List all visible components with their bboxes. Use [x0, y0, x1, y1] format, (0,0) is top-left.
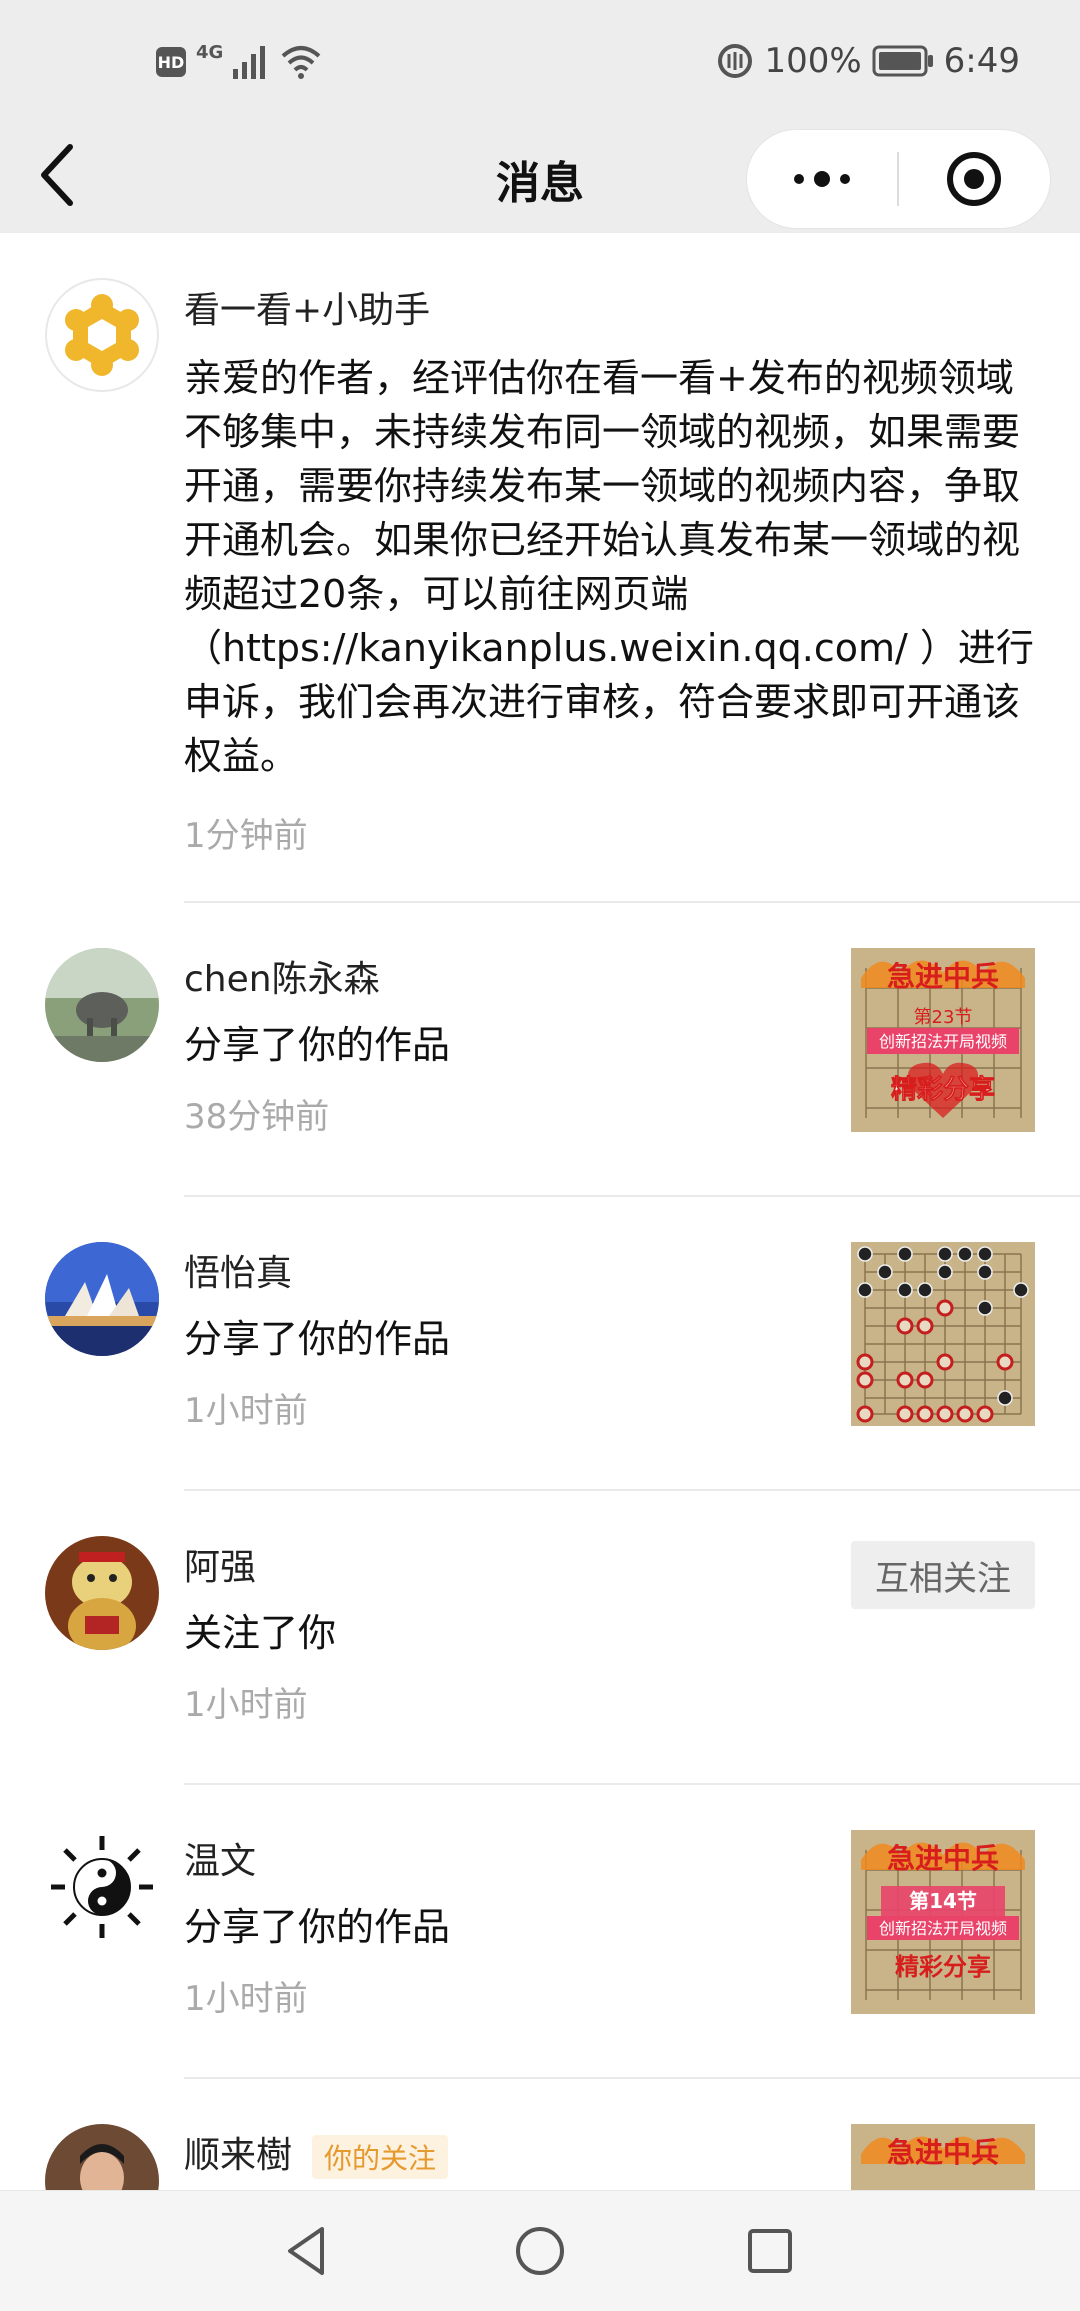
list-item[interactable]: 顺来樹 你的关注 急进中兵: [0, 2079, 1080, 2190]
system-navigation-bar: [0, 2190, 1080, 2311]
avatar[interactable]: [45, 1830, 159, 1944]
following-tag: 你的关注: [312, 2135, 449, 2179]
thumbnail-chess-board: [851, 1242, 1035, 1426]
message-content: 分享了你的作品: [184, 1023, 451, 1067]
message-time: 1小时前: [184, 1685, 308, 1725]
thumbnail-image: 急进中兵 第23节 创新招法开局视频 精彩分享: [851, 948, 1035, 1132]
sender-name[interactable]: 看一看+小助手: [184, 281, 430, 333]
avatar-image: [45, 1536, 159, 1650]
thumbnail-title: 急进中兵: [887, 2136, 999, 2169]
battery-icon: [872, 45, 933, 77]
avatar[interactable]: [45, 2124, 159, 2190]
avatar-image: [45, 2124, 159, 2190]
thumbnail-title: 急进中兵: [887, 1842, 999, 1875]
close-miniprogram-icon[interactable]: [945, 150, 1003, 208]
sender-name-text: 顺来樹: [184, 2135, 293, 2176]
nav-back-icon[interactable]: [276, 2219, 340, 2283]
list-item[interactable]: chen陈永森 分享了你的作品 38分钟前 急进中兵 第23节 创新招法开局视频…: [0, 903, 1080, 1197]
message-time: 1分钟前: [184, 816, 308, 856]
message-time: 1小时前: [184, 1391, 308, 1431]
thumbnail-title: 急进中兵: [887, 960, 999, 993]
status-bar: HD 4G 100% 6:49: [0, 0, 1080, 125]
sender-name[interactable]: 阿强: [184, 1538, 256, 1590]
sender-name[interactable]: 悟怡真: [184, 1244, 292, 1296]
message-content: 亲爱的作者，经评估你在看一看+发布的视频领域不够集中，未持续发布同一领域的视频，…: [184, 356, 1034, 778]
nav-recents-icon[interactable]: [738, 2219, 802, 2283]
thumbnail-episode: 第14节: [909, 1889, 977, 1913]
thumbnail-episode: 第23节: [914, 1007, 973, 1028]
thumbnail-image: 急进中兵: [851, 2124, 1035, 2190]
message-content: 关注了你: [184, 1611, 337, 1655]
list-item[interactable]: 悟怡真 分享了你的作品 1小时前: [0, 1197, 1080, 1491]
avatar[interactable]: [45, 948, 159, 1062]
more-button[interactable]: [747, 130, 897, 228]
wifi-icon: [281, 46, 321, 79]
thumbnail-footer: 精彩分享: [895, 1953, 991, 1981]
signal-icon: [233, 46, 266, 79]
status-left: HD 4G: [156, 40, 323, 84]
thumbnail-subtitle: 创新招法开局视频: [879, 1919, 1007, 1938]
sender-name[interactable]: 顺来樹 你的关注: [184, 2126, 449, 2179]
more-dot-icon: [794, 174, 804, 184]
list-item[interactable]: 看一看+小助手 亲爱的作者，经评估你在看一看+发布的视频领域不够集中，未持续发布…: [0, 233, 1080, 903]
sender-name[interactable]: chen陈永森: [184, 950, 380, 1002]
status-right: 100% 6:49: [716, 36, 1020, 86]
battery-percent: 100%: [764, 41, 862, 81]
avatar[interactable]: [45, 278, 159, 392]
assistant-logo-icon: [65, 294, 139, 376]
thumbnail-image: 急进中兵 第14节 创新招法开局视频 精彩分享: [851, 1830, 1035, 2014]
work-thumbnail[interactable]: 急进中兵 第14节 创新招法开局视频 精彩分享: [851, 1830, 1035, 2014]
clock: 6:49: [943, 41, 1020, 81]
sender-name[interactable]: 温文: [184, 1832, 256, 1884]
capsule-divider: [897, 152, 899, 206]
message-content: 分享了你的作品: [184, 1905, 451, 1949]
message-content: 分享了你的作品: [184, 1317, 451, 1361]
message-time: 38分钟前: [184, 1097, 330, 1137]
hd-icon: HD: [156, 47, 186, 77]
list-item[interactable]: 阿强 关注了你 1小时前 互相关注: [0, 1491, 1080, 1785]
more-dot-icon: [840, 174, 850, 184]
message-time: 1小时前: [184, 1979, 308, 2019]
thumbnail-footer: 精彩分享: [891, 1074, 995, 1105]
avatar-image: [45, 1242, 159, 1356]
list-item[interactable]: 温文 分享了你的作品 1小时前 急进中兵 第14节 创新招法开局视频 精彩分享: [0, 1785, 1080, 2079]
work-thumbnail[interactable]: 急进中兵 第23节 创新招法开局视频 精彩分享: [851, 948, 1035, 1132]
work-thumbnail[interactable]: 急进中兵: [851, 2124, 1035, 2190]
avatar-image: [45, 948, 159, 1062]
more-dot-icon: [814, 171, 830, 187]
follow-back-button[interactable]: 互相关注: [851, 1541, 1035, 1609]
thumbnail-subtitle: 创新招法开局视频: [879, 1032, 1007, 1051]
work-thumbnail[interactable]: [851, 1242, 1035, 1426]
network-label: 4G: [196, 42, 224, 63]
nav-home-icon[interactable]: [508, 2219, 572, 2283]
yin-yang-avatar-icon: [45, 1830, 159, 1944]
header: 消息: [0, 125, 1080, 233]
avatar[interactable]: [45, 1536, 159, 1650]
avatar[interactable]: [45, 1242, 159, 1356]
mini-program-capsule: [746, 129, 1051, 229]
sync-icon: [718, 44, 753, 78]
